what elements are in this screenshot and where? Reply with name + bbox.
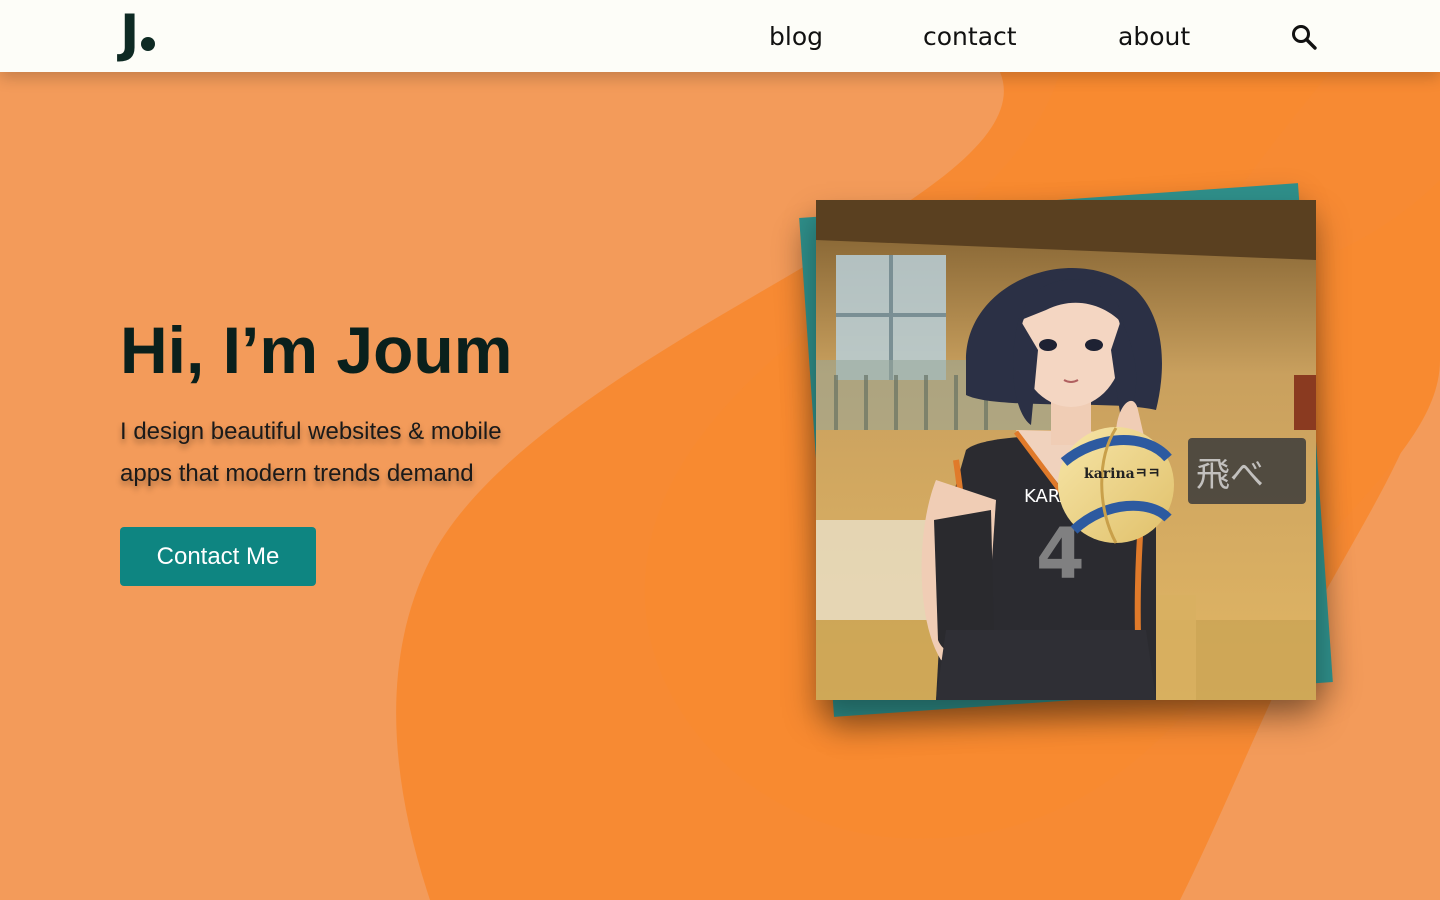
nav-link-about[interactable]: about [1118,20,1190,54]
site-logo[interactable]: J [120,4,156,64]
contact-me-button[interactable]: Contact Me [120,527,316,586]
search-icon [1292,25,1317,50]
anime-volleyball-illustration: 飛べ KARA 4 karinaㅋㅋ [816,200,1316,700]
site-header: J blog contact about [0,0,1440,72]
hero-subtitle: I design beautiful websites & mobile app… [120,418,502,487]
ball-text: karinaㅋㅋ [1084,466,1160,482]
hero-photo: 飛べ KARA 4 karinaㅋㅋ [816,200,1316,700]
nav-link-contact[interactable]: contact [923,20,1017,54]
hero-photo-frame: 飛べ KARA 4 karinaㅋㅋ [790,176,1342,724]
logo-dot [141,37,156,51]
logo-letter: J [120,4,139,64]
nav-link-blog[interactable]: blog [769,20,823,54]
gym-banner-text: 飛べ [1196,455,1264,495]
hero-title: Hi, I’m Joum [120,313,513,387]
search-button[interactable] [1290,23,1318,51]
